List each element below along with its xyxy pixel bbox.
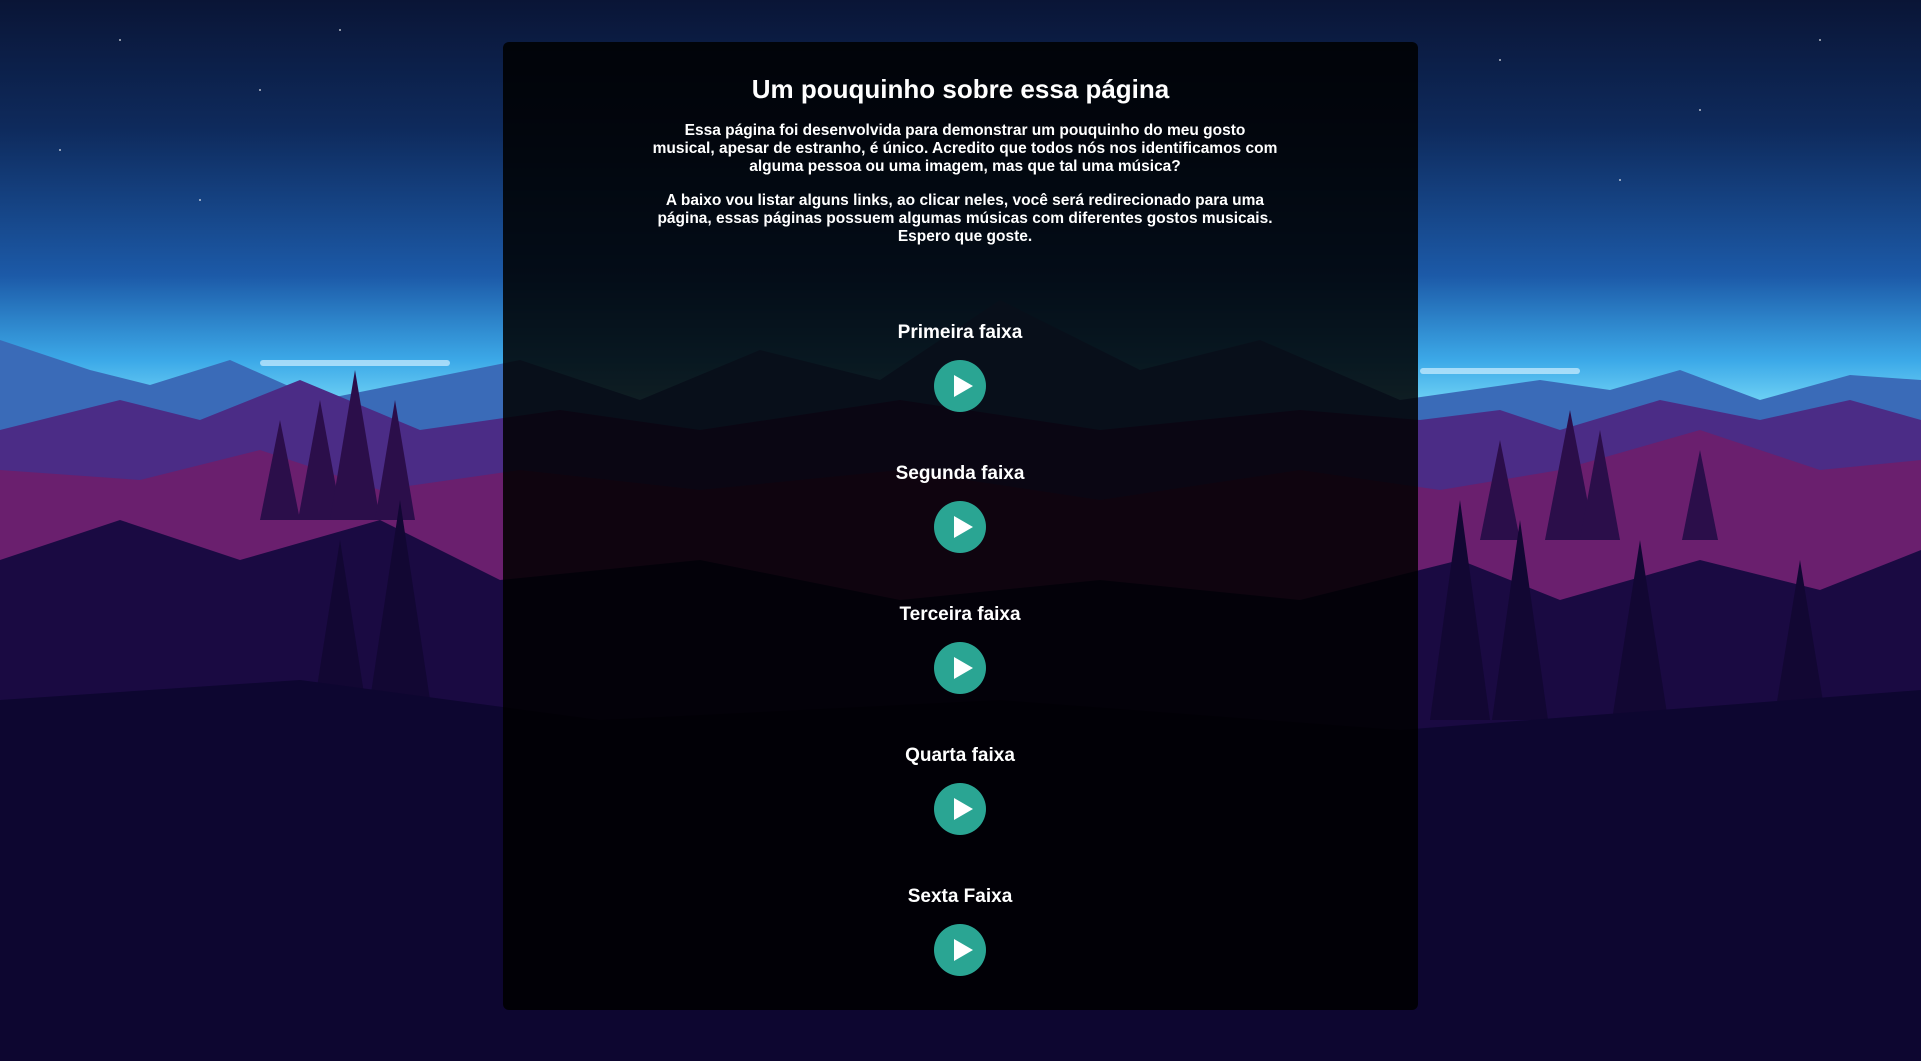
play-button[interactable] <box>934 360 986 412</box>
play-icon <box>954 516 973 538</box>
track-title: Segunda faixa <box>895 463 1025 484</box>
track-item-2: Segunda faixa <box>860 463 1060 553</box>
track-title: Quarta faixa <box>905 745 1015 766</box>
track-item-5: Sexta Faixa <box>860 886 1060 976</box>
page-title: Um pouquinho sobre essa página <box>751 74 1170 104</box>
play-button[interactable] <box>934 501 986 553</box>
play-button[interactable] <box>934 642 986 694</box>
track-item-1: Primeira faixa <box>860 322 1060 412</box>
play-icon <box>954 798 973 820</box>
track-item-3: Terceira faixa <box>860 604 1060 694</box>
intro-paragraph-1: Essa página foi desenvolvida para demons… <box>652 122 1278 175</box>
play-button[interactable] <box>934 924 986 976</box>
play-icon <box>954 657 973 679</box>
play-icon <box>954 939 973 961</box>
track-item-4: Quarta faixa <box>860 745 1060 835</box>
play-icon <box>954 375 973 397</box>
track-title: Sexta Faixa <box>907 886 1013 907</box>
track-title: Terceira faixa <box>899 604 1021 625</box>
track-title: Primeira faixa <box>897 322 1023 343</box>
play-button[interactable] <box>934 783 986 835</box>
intro-paragraph-2: A baixo vou listar alguns links, ao clic… <box>657 192 1273 245</box>
